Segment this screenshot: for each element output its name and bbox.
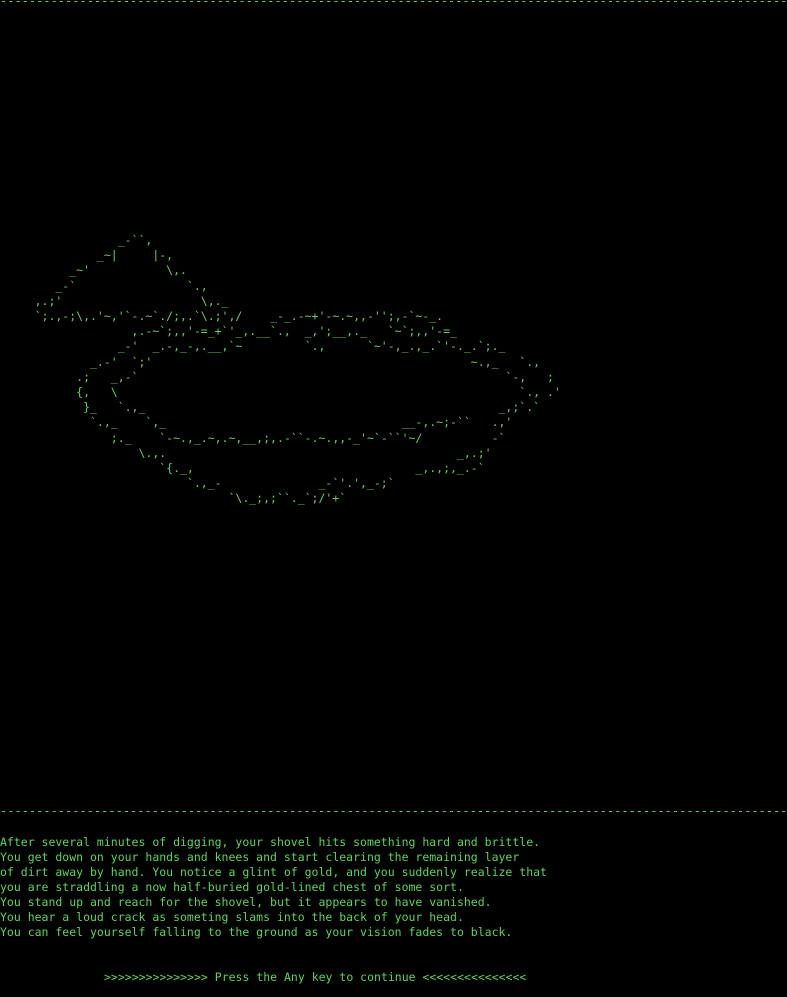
continue-prompt[interactable]: >>>>>>>>>>>>>>> Press the Any key to con… <box>104 970 526 985</box>
narrative-line: of dirt away by hand. You notice a glint… <box>0 865 547 879</box>
narrative-line: You get down on your hands and knees and… <box>0 850 520 864</box>
middle-divider: ----------------------------------------… <box>0 804 787 818</box>
narrative-line: You hear a loud crack as someting slams … <box>0 910 464 924</box>
narrative-line: You can feel yourself falling to the gro… <box>0 925 513 939</box>
narrative-line: You stand up and reach for the shovel, b… <box>0 895 492 909</box>
treasure-chest-ascii-art: _-``, _~| |-, _~' \,. _-` `., ,.;' \,._ … <box>34 233 561 506</box>
narrative-line: you are straddling a now half-buried gol… <box>0 880 464 894</box>
narrative-text: After several minutes of digging, your s… <box>0 835 787 940</box>
narrative-line: After several minutes of digging, your s… <box>0 835 541 849</box>
terminal-screen: ----------------------------------------… <box>0 0 787 997</box>
top-divider: ----------------------------------------… <box>0 0 787 8</box>
